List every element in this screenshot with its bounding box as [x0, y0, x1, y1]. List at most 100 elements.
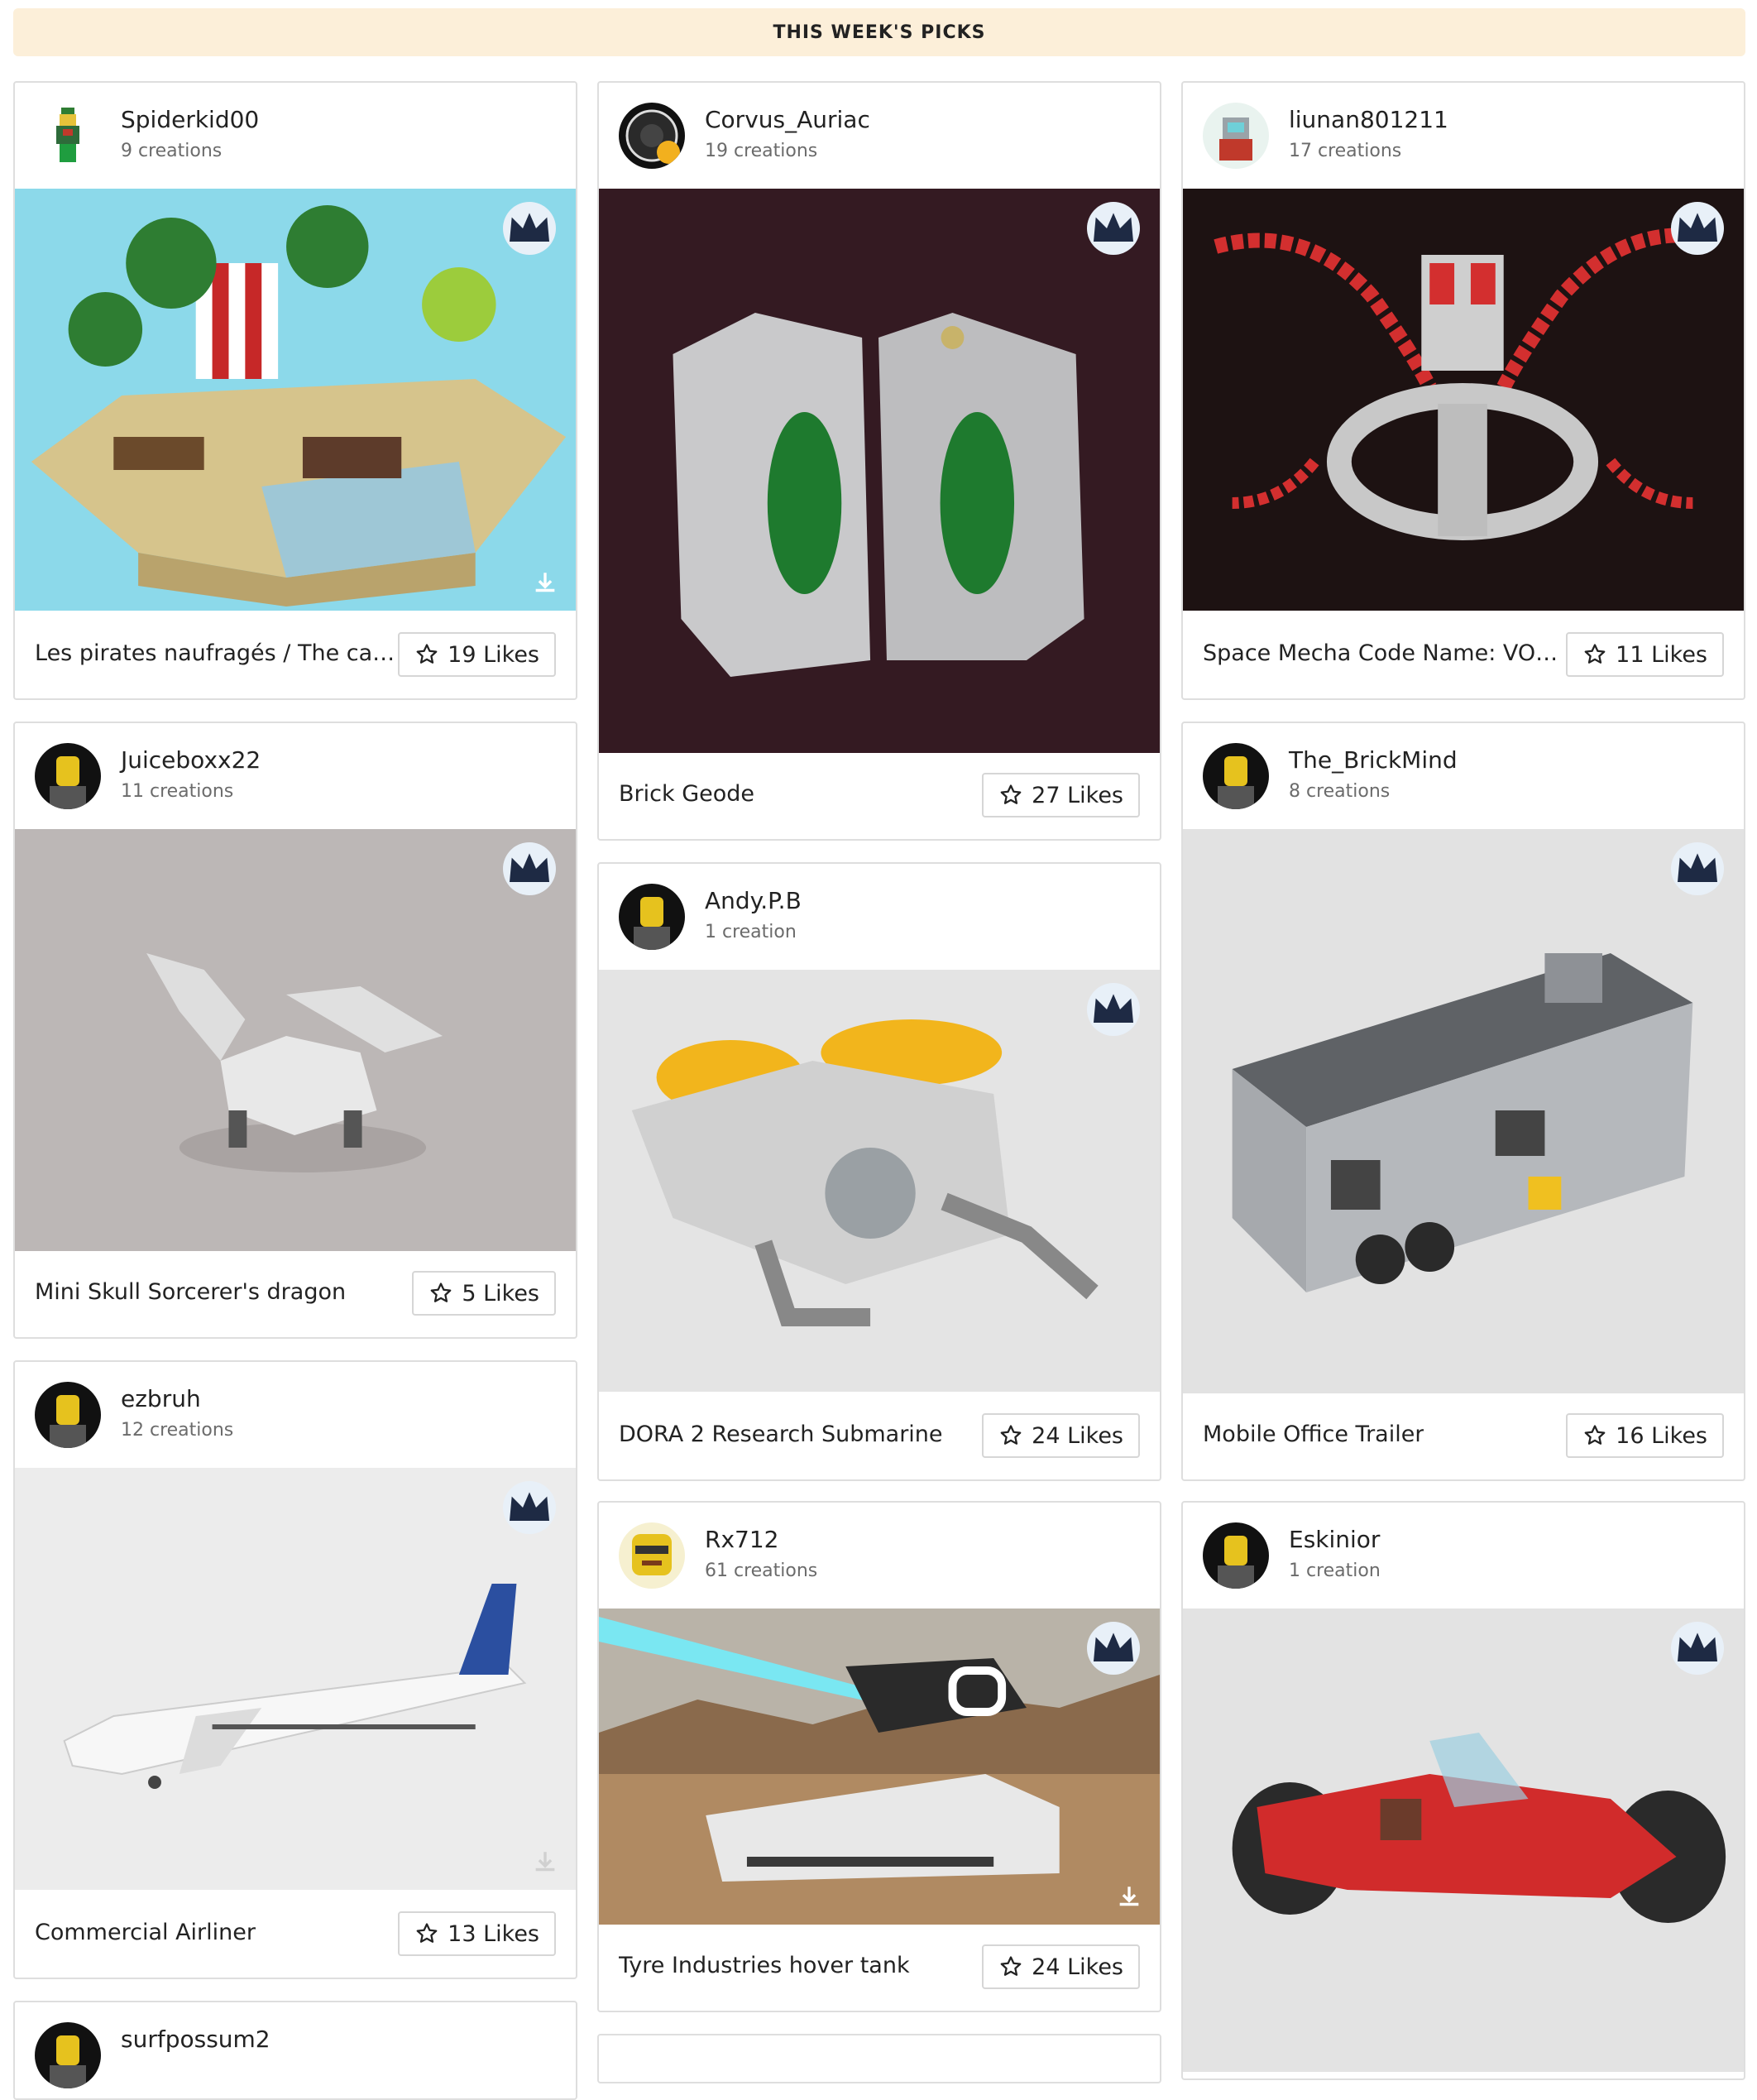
- like-button[interactable]: 5 Likes: [412, 1271, 556, 1316]
- card-footer: Tyre Industries hover tank 24 Likes: [599, 1925, 1160, 2011]
- creation-image[interactable]: [15, 1468, 576, 1890]
- staff-pick-crown-icon: [1671, 202, 1724, 255]
- user-avatar[interactable]: [619, 1522, 685, 1589]
- creation-title[interactable]: DORA 2 Research Submarine: [619, 1422, 943, 1447]
- username[interactable]: Corvus_Auriac: [705, 106, 870, 133]
- creation-card[interactable]: Spiderkid00 9 creations Les pirates nauf…: [13, 81, 577, 700]
- like-button[interactable]: 24 Likes: [982, 1944, 1140, 1989]
- creation-card[interactable]: Rx712 61 creations Tyre Industries hover…: [597, 1501, 1161, 2012]
- star-icon: [416, 644, 438, 664]
- card-header: ezbruh 12 creations: [15, 1362, 576, 1470]
- download-icon[interactable]: [1115, 1883, 1143, 1911]
- like-button[interactable]: 27 Likes: [982, 773, 1140, 817]
- like-count: 27 Likes: [1032, 782, 1123, 808]
- user-avatar[interactable]: [619, 103, 685, 169]
- card-footer: Mobile Office Trailer 16 Likes: [1183, 1393, 1744, 1479]
- creation-title[interactable]: Commercial Airliner: [35, 1920, 256, 1945]
- username[interactable]: liunan801211: [1289, 106, 1448, 133]
- username[interactable]: Rx712: [705, 1526, 778, 1553]
- star-icon: [1584, 1425, 1606, 1445]
- creation-card[interactable]: Andy.P.B 1 creation DORA 2 Research Subm…: [597, 862, 1161, 1481]
- creation-image[interactable]: [1183, 189, 1744, 611]
- creation-count: 9 creations: [121, 141, 223, 161]
- creation-image[interactable]: [1183, 1609, 1744, 2072]
- user-avatar[interactable]: [35, 2022, 101, 2088]
- user-avatar[interactable]: [35, 103, 101, 169]
- staff-pick-crown-icon: [1087, 983, 1140, 1036]
- username[interactable]: Andy.P.B: [705, 887, 802, 914]
- creation-image[interactable]: [15, 829, 576, 1251]
- card-header: The_BrickMind 8 creations: [1183, 723, 1744, 831]
- user-avatar[interactable]: [35, 1382, 101, 1448]
- staff-pick-crown-icon: [1087, 202, 1140, 255]
- creation-card[interactable]: Juiceboxx22 11 creations Mini Skull Sorc…: [13, 722, 577, 1339]
- download-icon[interactable]: [531, 1848, 559, 1877]
- card-header: liunan801211 17 creations: [1183, 83, 1744, 190]
- creation-count: 17 creations: [1289, 141, 1402, 161]
- this-weeks-picks-banner: THIS WEEK'S PICKS: [13, 8, 1745, 56]
- creation-image[interactable]: [599, 189, 1160, 753]
- like-button[interactable]: 19 Likes: [398, 632, 556, 677]
- card-footer: Space Mecha Code Name: VOO... 11 Likes: [1183, 612, 1744, 698]
- creation-title[interactable]: Mini Skull Sorcerer's dragon: [35, 1279, 346, 1305]
- like-button[interactable]: 13 Likes: [398, 1911, 556, 1956]
- card-footer: DORA 2 Research Submarine 24 Likes: [599, 1393, 1160, 1479]
- staff-pick-crown-icon: [1671, 1622, 1724, 1675]
- star-icon: [416, 1923, 438, 1943]
- like-count: 13 Likes: [448, 1920, 539, 1947]
- user-avatar[interactable]: [1203, 743, 1269, 809]
- creation-title[interactable]: Space Mecha Code Name: VOO...: [1203, 640, 1567, 666]
- download-icon[interactable]: [531, 569, 559, 597]
- card-footer: Brick Geode 27 Likes: [599, 753, 1160, 839]
- user-avatar[interactable]: [1203, 1522, 1269, 1589]
- username[interactable]: Spiderkid00: [121, 106, 259, 133]
- creation-count: 1 creation: [1289, 1561, 1381, 1581]
- creation-image[interactable]: [599, 1609, 1160, 1925]
- creation-title[interactable]: Brick Geode: [619, 781, 754, 807]
- like-count: 24 Likes: [1032, 1422, 1123, 1449]
- creation-count: 1 creation: [705, 922, 797, 942]
- creation-card[interactable]: ezbruh 12 creations Commercial Airliner …: [13, 1360, 577, 1979]
- username[interactable]: Juiceboxx22: [121, 746, 261, 774]
- user-avatar[interactable]: [35, 743, 101, 809]
- username[interactable]: Eskinior: [1289, 1526, 1380, 1553]
- card-header: Spiderkid00 9 creations: [15, 83, 576, 190]
- star-icon: [430, 1283, 452, 1302]
- creation-image[interactable]: [1183, 829, 1744, 1393]
- creation-card[interactable]: liunan801211 17 creations Space Mecha Co…: [1181, 81, 1745, 700]
- card-header: Eskinior 1 creation: [1183, 1503, 1744, 1610]
- creation-card[interactable]: Corvus_Auriac 19 creations Brick Geode 2…: [597, 81, 1161, 841]
- username[interactable]: ezbruh: [121, 1385, 201, 1412]
- like-count: 19 Likes: [448, 641, 539, 668]
- user-avatar[interactable]: [619, 884, 685, 950]
- creation-card[interactable]: surfpossum2: [13, 2001, 577, 2100]
- creation-count: 61 creations: [705, 1561, 818, 1581]
- creation-card[interactable]: [597, 2034, 1161, 2083]
- card-header: Andy.P.B 1 creation: [599, 864, 1160, 971]
- like-button[interactable]: 11 Likes: [1566, 632, 1724, 677]
- username[interactable]: surfpossum2: [121, 2026, 270, 2053]
- star-icon: [1584, 644, 1606, 664]
- card-footer: Les pirates naufragés / The cas... 19 Li…: [15, 612, 576, 698]
- card-footer: Commercial Airliner 13 Likes: [15, 1891, 576, 1978]
- creation-image[interactable]: [599, 970, 1160, 1392]
- card-header: Corvus_Auriac 19 creations: [599, 83, 1160, 190]
- like-count: 24 Likes: [1032, 1954, 1123, 1980]
- creation-title[interactable]: Les pirates naufragés / The cas...: [35, 640, 399, 666]
- like-count: 16 Likes: [1616, 1422, 1707, 1449]
- creation-card[interactable]: The_BrickMind 8 creations Mobile Office …: [1181, 722, 1745, 1481]
- creation-count: 12 creations: [121, 1420, 234, 1441]
- creation-card[interactable]: Eskinior 1 creation: [1181, 1501, 1745, 2080]
- creation-image[interactable]: [15, 189, 576, 611]
- creation-title[interactable]: Tyre Industries hover tank: [619, 1953, 910, 1978]
- creation-title[interactable]: Mobile Office Trailer: [1203, 1422, 1424, 1447]
- like-button[interactable]: 16 Likes: [1566, 1413, 1724, 1458]
- like-count: 5 Likes: [462, 1280, 539, 1307]
- like-button[interactable]: 24 Likes: [982, 1413, 1140, 1458]
- user-avatar[interactable]: [1203, 103, 1269, 169]
- username[interactable]: The_BrickMind: [1289, 746, 1458, 774]
- card-header: surfpossum2: [15, 2002, 576, 2098]
- staff-pick-crown-icon: [503, 202, 556, 255]
- staff-pick-crown-icon: [503, 1481, 556, 1534]
- star-icon: [1000, 1425, 1022, 1445]
